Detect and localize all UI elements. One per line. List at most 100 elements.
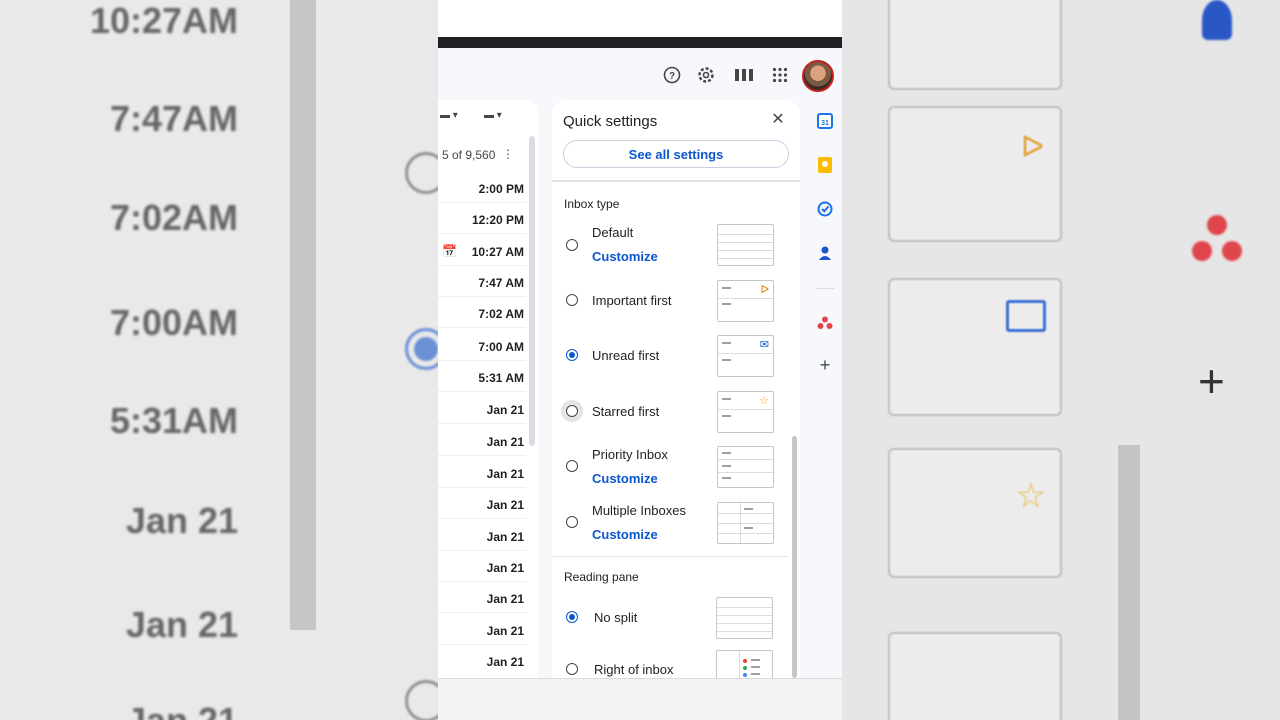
radio-right-of-inbox[interactable]	[566, 663, 578, 675]
more-options-icon[interactable]: ⋮	[502, 147, 514, 161]
side-divider	[816, 288, 834, 289]
radio-starred-first[interactable]	[566, 405, 578, 417]
unread-first-preview: ✉	[717, 335, 774, 377]
email-time[interactable]: 10:27 AM	[472, 245, 524, 259]
option-label: Starred first	[592, 404, 660, 419]
email-time[interactable]: Jan 21	[487, 530, 524, 544]
option-label: No split	[594, 610, 638, 625]
help-icon[interactable]: ?	[661, 64, 683, 86]
email-time[interactable]: 5:31 AM	[478, 371, 524, 385]
svg-text:?: ?	[669, 71, 675, 82]
row-divider	[438, 644, 526, 645]
email-time[interactable]: 2:00 PM	[479, 182, 524, 196]
see-all-settings-button[interactable]: See all settings	[563, 140, 789, 168]
calendar-icon: 📅	[442, 244, 457, 258]
email-time[interactable]: Jan 21	[487, 467, 524, 481]
tasks-icon[interactable]	[816, 200, 834, 218]
option-label: Default	[592, 225, 634, 240]
gear-icon[interactable]	[695, 64, 717, 86]
radio-unread-first[interactable]	[566, 349, 578, 361]
bg-radio	[405, 152, 438, 194]
customize-link[interactable]: Customize	[592, 471, 658, 486]
email-time[interactable]: Jan 21	[487, 435, 524, 449]
divider	[552, 180, 800, 182]
bg-asana-icon	[1192, 215, 1242, 265]
bg-thumb: ☆	[888, 448, 1062, 578]
bg-thumb	[888, 632, 1062, 720]
important-icon: ᐅ	[760, 284, 769, 296]
email-time[interactable]: 12:20 PM	[472, 213, 524, 227]
bottom-bar	[438, 678, 842, 720]
email-time[interactable]: Jan 21	[487, 561, 524, 575]
list-scrollbar[interactable]	[529, 136, 535, 446]
email-time[interactable]: Jan 21	[487, 624, 524, 638]
bg-time: Jan 21	[126, 700, 238, 720]
gmail-app: ? ▬ ▾ ▬ ▾ 5 of 9,560 ⋮ 2:00 PM 12:20 PM …	[438, 48, 842, 678]
email-time[interactable]: 7:02 AM	[478, 307, 524, 321]
radio-no-split[interactable]	[566, 611, 578, 623]
row-divider	[438, 391, 526, 392]
bg-time: 7:02AM	[109, 197, 238, 238]
row-divider	[438, 327, 526, 328]
background-scrollbar	[290, 0, 316, 630]
row-divider	[438, 487, 526, 488]
row-divider	[438, 581, 526, 582]
radio-priority-inbox[interactable]	[566, 460, 578, 472]
quick-settings-title: Quick settings	[563, 113, 658, 130]
bg-time: 7:47AM	[109, 98, 238, 139]
asana-icon[interactable]	[816, 314, 834, 332]
row-divider	[438, 296, 526, 297]
option-label: Right of inbox	[594, 662, 674, 677]
row-divider	[438, 612, 526, 613]
email-time[interactable]: Jan 21	[487, 403, 524, 417]
customize-link[interactable]: Customize	[592, 249, 658, 264]
contacts-icon[interactable]	[816, 244, 834, 262]
right-of-inbox-preview	[716, 650, 773, 678]
row-divider	[438, 518, 526, 519]
row-divider	[438, 202, 526, 203]
bg-contacts-icon	[1202, 0, 1232, 40]
row-divider	[438, 265, 526, 266]
keep-icon[interactable]	[816, 156, 834, 174]
starred-first-preview: ☆	[717, 391, 774, 433]
email-time[interactable]: 7:47 AM	[478, 276, 524, 290]
email-time[interactable]: 7:00 AM	[478, 340, 524, 354]
close-icon[interactable]: ✕	[768, 110, 788, 130]
row-divider	[438, 423, 526, 424]
pagination-count: 5 of 9,560	[442, 148, 496, 162]
star-icon: ☆	[759, 395, 769, 407]
email-time[interactable]: Jan 21	[487, 592, 524, 606]
bg-thumb	[888, 278, 1062, 416]
quick-settings-panel: Quick settings ✕ See all settings Inbox …	[552, 100, 800, 678]
bg-time: Jan 21	[125, 500, 238, 541]
svg-text:31: 31	[821, 120, 829, 127]
avatar[interactable]	[802, 60, 834, 92]
bg-time: Jan 21	[125, 604, 238, 645]
bg-time: 7:00AM	[109, 302, 238, 343]
bg-thumb	[888, 0, 1062, 90]
density-icon[interactable]	[733, 64, 755, 86]
customize-link[interactable]: Customize	[592, 527, 658, 542]
bg-scrollbar	[1118, 445, 1140, 720]
row-divider	[438, 550, 526, 551]
bg-radio	[405, 680, 438, 720]
mail-icon: ✉	[759, 339, 769, 351]
bg-thumb: ᐅ	[888, 106, 1062, 242]
apps-grid-icon[interactable]	[769, 64, 791, 86]
add-icon[interactable]: +	[816, 355, 834, 375]
radio-important-first[interactable]	[566, 294, 578, 306]
side-panel: 31 +	[808, 100, 842, 678]
email-time[interactable]: Jan 21	[487, 498, 524, 512]
email-time[interactable]: Jan 21	[487, 655, 524, 669]
radio-default[interactable]	[566, 239, 578, 251]
reading-pane-heading: Reading pane	[564, 570, 639, 584]
view-toggle-icon[interactable]: ▬ ▾	[440, 110, 458, 121]
background-right: ᐅ ☆ +	[842, 0, 1280, 720]
calendar-icon[interactable]: 31	[816, 112, 834, 130]
radio-multiple-inboxes[interactable]	[566, 516, 578, 528]
option-label: Important first	[592, 293, 672, 308]
input-tools-icon[interactable]: ▬ ▾	[484, 110, 502, 121]
quick-settings-scrollbar[interactable]	[792, 436, 797, 678]
row-divider	[438, 455, 526, 456]
no-split-preview	[716, 597, 773, 639]
